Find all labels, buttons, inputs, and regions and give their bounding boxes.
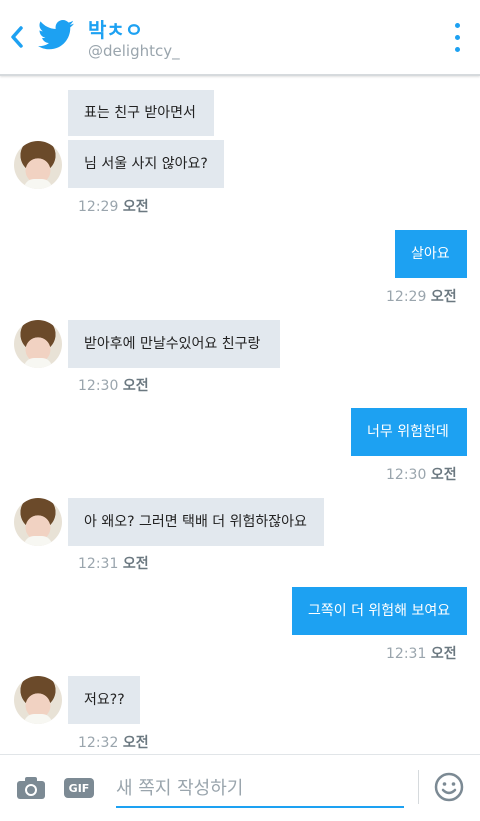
- message-bubble[interactable]: 님 서울 사지 않아요?: [68, 140, 224, 188]
- message-text: 아 왜오? 그러면 택배 더 위험하잖아요: [84, 514, 307, 530]
- back-icon[interactable]: [8, 24, 26, 50]
- camera-icon[interactable]: [16, 776, 46, 800]
- timestamp: 12:30 오전: [386, 467, 457, 483]
- timestamp: 12:29 오전: [386, 289, 457, 305]
- gif-button[interactable]: GIF: [64, 778, 94, 798]
- timestamp: 12:32 오전: [78, 735, 149, 751]
- composer-divider: [418, 770, 419, 804]
- avatar[interactable]: [14, 141, 62, 189]
- message-bubble[interactable]: 아 왜오? 그러면 택배 더 위험하잖아요: [68, 498, 324, 546]
- more-vert-icon[interactable]: [448, 22, 468, 54]
- message-text: 살아요: [411, 246, 450, 262]
- message-text: 받아후에 만날수있어요 친구랑: [84, 336, 261, 352]
- contact-name[interactable]: 박ㅊㅇ: [88, 14, 143, 43]
- message-text: 저요??: [84, 692, 125, 708]
- message-text: 그쪽이 더 위험해 보여요: [308, 603, 451, 619]
- message-text: 너무 위험한데: [367, 424, 449, 440]
- timestamp: 12:30 오전: [78, 378, 149, 394]
- message-text: 님 서울 사지 않아요?: [84, 156, 208, 172]
- timestamp: 12:31 오전: [386, 646, 457, 662]
- emoji-icon[interactable]: [434, 772, 464, 802]
- avatar[interactable]: [14, 676, 62, 724]
- timestamp: 12:31 오전: [78, 556, 149, 572]
- twitter-bird-icon: [38, 20, 74, 50]
- message-input[interactable]: [116, 770, 404, 808]
- timestamp: 12:29 오전: [78, 199, 149, 215]
- message-bubble[interactable]: 너무 위험한데: [351, 408, 467, 456]
- message-bubble[interactable]: 저요??: [68, 676, 140, 724]
- gif-icon: GIF: [68, 781, 90, 795]
- message-list: 표는 친구 받아면서 님 서울 사지 않아요? 12:29 오전 살아요 12:…: [0, 76, 480, 754]
- avatar[interactable]: [14, 320, 62, 368]
- conversation-header: 박ㅊㅇ @delightcy_: [0, 0, 480, 76]
- contact-handle[interactable]: @delightcy_: [88, 42, 180, 60]
- message-bubble[interactable]: 그쪽이 더 위험해 보여요: [292, 587, 467, 635]
- avatar[interactable]: [14, 498, 62, 546]
- message-bubble[interactable]: 표는 친구 받아면서: [68, 90, 214, 136]
- message-bubble[interactable]: 살아요: [395, 230, 467, 278]
- message-bubble[interactable]: 받아후에 만날수있어요 친구랑: [68, 320, 280, 368]
- message-text: 표는 친구 받아면서: [84, 105, 196, 121]
